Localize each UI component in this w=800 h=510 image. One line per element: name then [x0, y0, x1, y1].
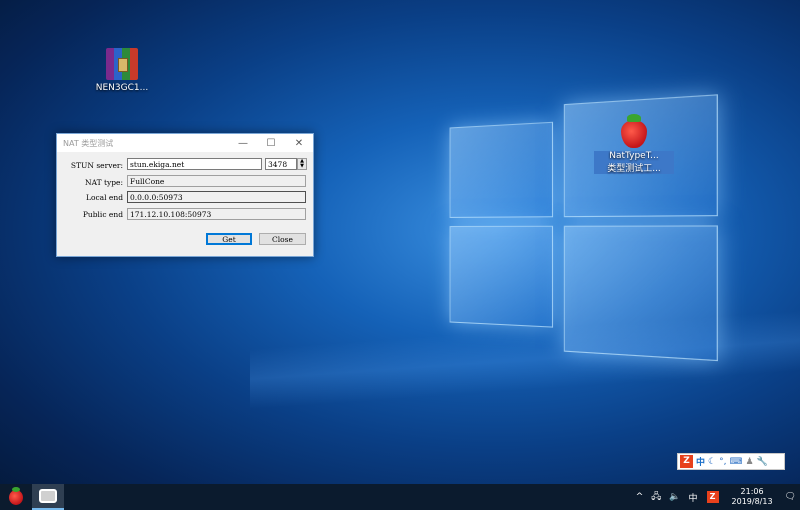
public-end-label: Public end: [82, 210, 123, 219]
moon-icon[interactable]: ☾: [708, 457, 716, 467]
clock-date: 2019/8/13: [731, 497, 773, 506]
local-end-value: 0.0.0.0:50973: [127, 191, 306, 203]
strawberry-icon: [9, 486, 23, 505]
public-end-value: 171.12.10.108:50973: [127, 208, 306, 220]
stun-server-label: STUN server:: [70, 161, 123, 170]
wrench-icon[interactable]: 🔧: [757, 457, 768, 467]
taskbar-window-app[interactable]: [32, 484, 64, 510]
network-icon[interactable]: 🖧: [647, 489, 665, 505]
strawberry-icon: [621, 114, 647, 148]
user-icon[interactable]: ♟: [745, 457, 753, 467]
ime-toolbar[interactable]: Z 中 ☾ °, ⌨ ♟ 🔧: [677, 453, 785, 470]
notification-center-icon[interactable]: 🗨: [781, 492, 800, 502]
local-end-label: Local end: [85, 193, 123, 202]
ime-mode-toggle[interactable]: 中: [696, 455, 705, 468]
minimize-button[interactable]: —: [229, 134, 257, 152]
desktop-icon-label: NEN3GC1...: [95, 83, 149, 93]
tray-chevron-icon[interactable]: ^: [632, 492, 648, 502]
desktop-icon-label-line2: 类型测试工...: [594, 161, 674, 174]
desktop-icon-nattype-tool[interactable]: NatTypeT... 类型测试工...: [594, 114, 674, 174]
close-button[interactable]: Close: [259, 233, 306, 245]
tray-ime-indicator[interactable]: 中: [685, 491, 702, 504]
tray-ime-logo-icon[interactable]: Z: [706, 491, 719, 503]
port-stepper[interactable]: ▲ ▼: [297, 158, 307, 170]
ime-logo-icon[interactable]: Z: [680, 455, 693, 468]
app-window-icon: [39, 489, 57, 503]
windows-logo-wallpaper: [440, 79, 738, 381]
taskbar: ^ 🖧 🔈 中 Z 21:06 2019/8/13 🗨: [0, 484, 800, 510]
system-tray: ^ 🖧 🔈 中 Z 21:06 2019/8/13 🗨: [632, 484, 800, 510]
volume-icon[interactable]: 🔈: [665, 492, 684, 502]
nat-test-window: NAT 类型测试 — ☐ ✕ STUN server: stun.ekiga.n…: [56, 133, 314, 257]
window-title: NAT 类型测试: [63, 138, 114, 148]
get-button[interactable]: Get: [206, 233, 252, 245]
port-input[interactable]: 3478: [265, 158, 297, 170]
window-titlebar[interactable]: NAT 类型测试 — ☐ ✕: [57, 134, 313, 152]
winrar-icon: [106, 48, 138, 80]
maximize-button[interactable]: ☐: [257, 134, 285, 152]
close-window-button[interactable]: ✕: [285, 134, 313, 152]
nat-type-value: FullCone: [127, 175, 306, 187]
taskbar-nattype-app[interactable]: [0, 484, 32, 510]
taskbar-clock[interactable]: 21:06 2019/8/13: [724, 487, 781, 507]
stun-server-input[interactable]: stun.ekiga.net: [127, 158, 262, 170]
punctuation-icon[interactable]: °,: [719, 457, 726, 467]
clock-time: 21:06: [740, 487, 764, 496]
desktop-icon-label-line1: NatTypeT...: [594, 151, 674, 161]
nat-type-label: NAT type:: [85, 178, 123, 187]
desktop-icon-rar-archive[interactable]: NEN3GC1...: [82, 48, 162, 93]
keyboard-icon[interactable]: ⌨: [729, 457, 742, 467]
